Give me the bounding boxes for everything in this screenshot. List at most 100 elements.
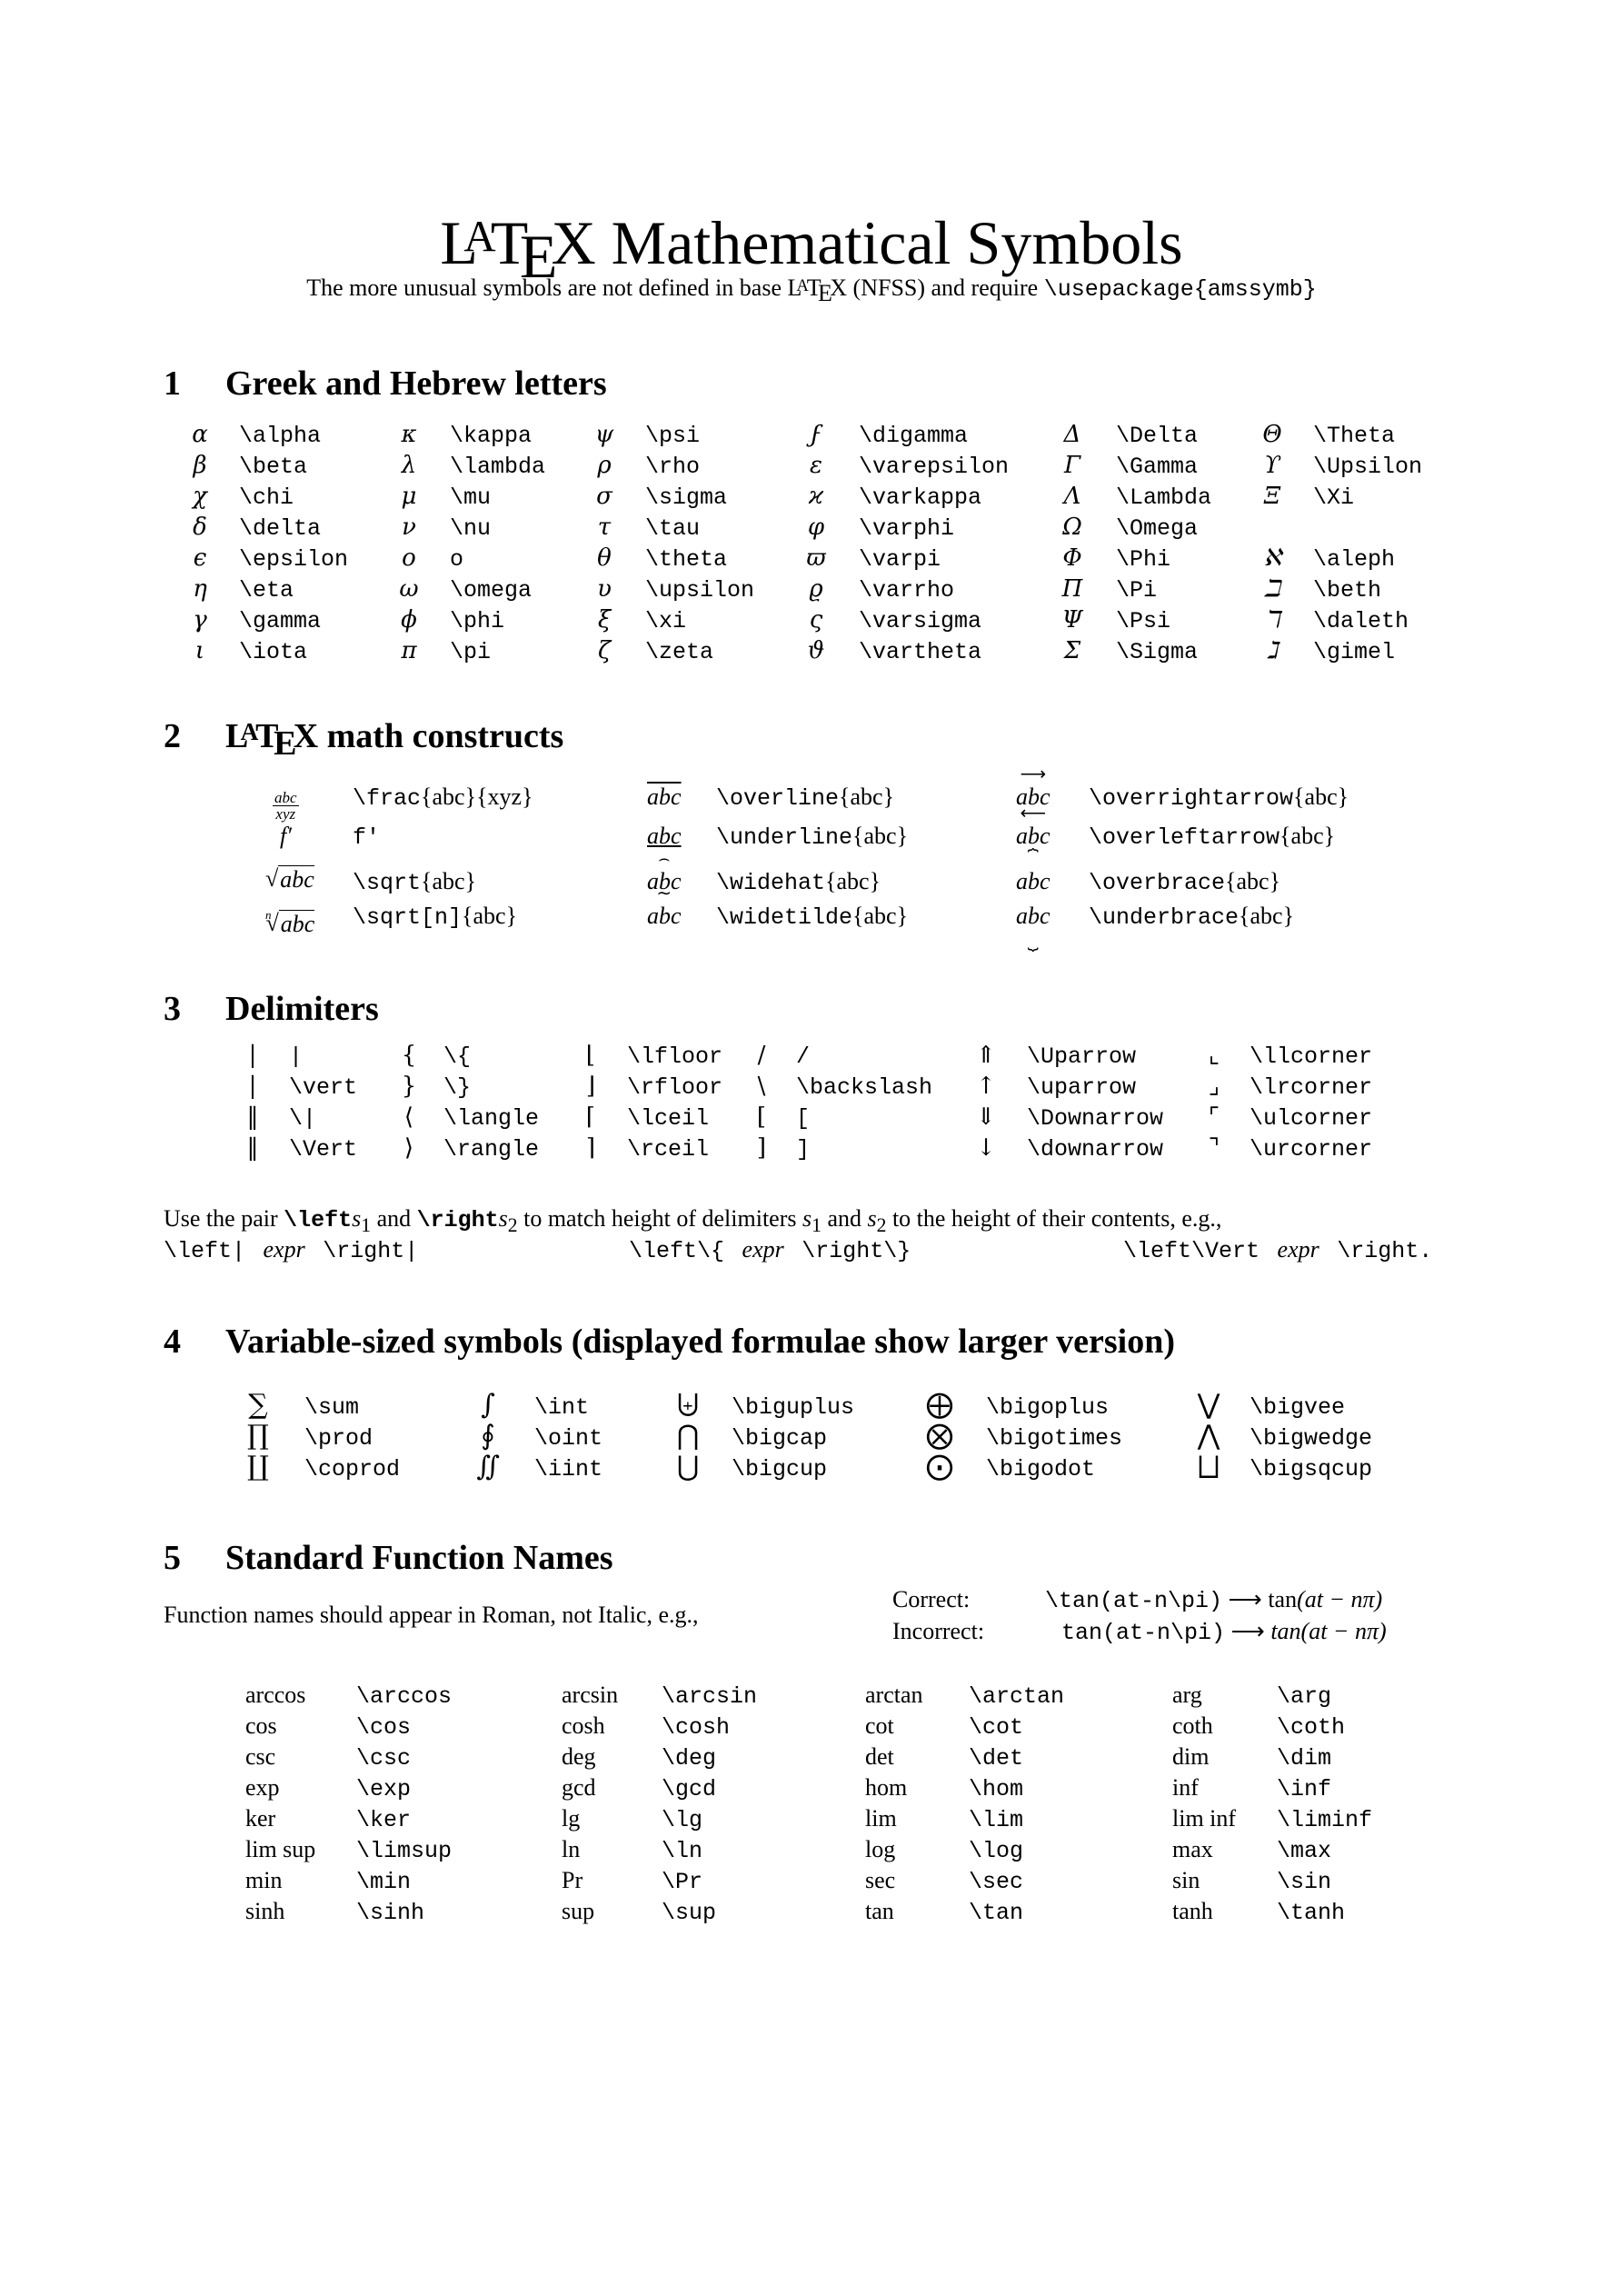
symbol-glyph: ℶ — [1264, 575, 1280, 603]
function-command: \cot — [969, 1714, 1024, 1741]
function-name: arg — [1172, 1682, 1202, 1708]
function-name: ker — [245, 1805, 276, 1832]
symbol-command: \Phi — [1116, 546, 1171, 573]
function-command: \arccos — [356, 1683, 453, 1710]
symbol-command: \zeta — [645, 639, 714, 665]
function-command: \coth — [1277, 1714, 1346, 1741]
widehat-command: \widehat{abc} — [716, 868, 881, 896]
function-command: \arg — [1277, 1683, 1332, 1710]
symbol-glyph: α — [192, 421, 208, 448]
underbrace-command: \underbrace{abc} — [1089, 903, 1295, 931]
function-name: lim sup — [245, 1836, 316, 1862]
function-name: sec — [865, 1867, 896, 1893]
symbol-command: \Psi — [1116, 608, 1171, 634]
section-number: 5 — [164, 1539, 181, 1577]
symbol-glyph: λ — [401, 452, 417, 479]
correct-example: \tan(at-n\pi) ⟶ tan(at − nπ) — [1045, 1586, 1383, 1614]
function-name: coth — [1172, 1712, 1213, 1739]
function-name: ln — [562, 1836, 581, 1862]
symbol-glyph: ϕ — [401, 606, 417, 634]
section-number: 1 — [164, 364, 181, 403]
delimiter-glyph: ‖ — [246, 1134, 259, 1162]
symbol-command: \tau — [645, 515, 701, 542]
symbol-command: \Gamma — [1116, 454, 1199, 480]
function-name: exp — [245, 1774, 280, 1801]
incorrect-example: tan(at-n\pi) ⟶ tan(at − nπ) — [1061, 1618, 1387, 1646]
symbol-glyph: Γ — [1063, 452, 1081, 479]
big-operator-command: \bigoplus — [986, 1394, 1110, 1421]
delimiter-note: Use the pair \lefts1 and \rights2 to mat… — [164, 1205, 1222, 1237]
symbol-command: \psi — [645, 423, 701, 449]
symbol-glyph: Θ — [1262, 421, 1282, 448]
symbol-command: \beta — [239, 454, 308, 480]
overleftarrow-symbol: ⟵ abc — [1016, 804, 1050, 849]
symbol-glyph: ζ — [597, 637, 612, 664]
function-command: \hom — [969, 1776, 1024, 1802]
delimiter-example: \left| expr \right| — [164, 1236, 419, 1264]
widetilde-symbol: ∼ abc — [647, 883, 682, 929]
symbol-glyph: ϒ — [1264, 452, 1280, 479]
title-text: Mathematical Symbols — [611, 208, 1183, 277]
function-command: \arcsin — [662, 1683, 758, 1710]
delimiter-command: [ — [796, 1105, 811, 1132]
section-title-greek: Greek and Hebrew letters — [225, 364, 607, 403]
symbol-glyph: Ω — [1062, 514, 1082, 541]
function-name: tan — [865, 1898, 894, 1924]
function-name: Pr — [562, 1867, 583, 1893]
delimiter-command: \rceil — [627, 1136, 710, 1163]
function-name: sup — [562, 1898, 595, 1924]
delimiter-command: \langle — [443, 1105, 540, 1132]
symbol-command: \iota — [239, 639, 308, 665]
big-operator-glyph: ⋀ — [1197, 1420, 1220, 1452]
function-command: \tan — [969, 1900, 1024, 1926]
function-name: arccos — [245, 1682, 306, 1708]
delimiter-glyph: [ — [756, 1103, 767, 1131]
symbol-command: \Omega — [1116, 515, 1199, 542]
symbol-command: \alpha — [239, 423, 322, 449]
delimiter-command: \llcorner — [1250, 1043, 1373, 1070]
symbol-command: \Theta — [1313, 423, 1396, 449]
function-command: \cos — [356, 1714, 412, 1741]
delimiter-command: \rfloor — [627, 1074, 723, 1101]
delimiter-example: \left\Vert expr \right. — [1123, 1236, 1433, 1264]
symbol-glyph: ϖ — [806, 544, 826, 572]
symbol-glyph: ϵ — [193, 544, 207, 572]
subtitle-command: \usepackage{amssymb} — [1043, 276, 1317, 303]
symbol-glyph: γ — [193, 606, 207, 634]
symbol-command: \Xi — [1313, 484, 1355, 511]
function-name: max — [1172, 1836, 1213, 1862]
prime-symbol: f′ — [280, 823, 292, 849]
correct-label: Correct: — [892, 1586, 971, 1612]
function-command: \ker — [356, 1807, 412, 1833]
symbol-command: \digamma — [859, 423, 969, 449]
symbol-command: \upsilon — [645, 577, 755, 604]
function-command: \lim — [969, 1807, 1024, 1833]
overrightarrow-command: \overrightarrow{abc} — [1089, 784, 1349, 812]
function-command: \sec — [969, 1869, 1024, 1895]
overline-symbol: abc — [647, 784, 682, 810]
big-operator-command: \bigwedge — [1250, 1425, 1373, 1452]
big-operator-glyph: ∬ — [476, 1451, 500, 1482]
symbol-command: \xi — [645, 608, 687, 634]
symbol-glyph: ℷ — [1266, 637, 1279, 664]
function-name: sin — [1172, 1867, 1200, 1893]
symbol-command: \omega — [450, 577, 533, 604]
function-name: arcsin — [562, 1682, 619, 1708]
big-operator-glyph: ∮ — [481, 1420, 495, 1452]
symbol-glyph: ω — [399, 575, 419, 603]
symbol-command: \varrho — [859, 577, 955, 604]
delimiter-command: / — [796, 1043, 811, 1070]
delimiter-command: ] — [796, 1136, 811, 1163]
delimiter-glyph: ⌞ — [1208, 1042, 1220, 1069]
sqrt-n-symbol: n √ abc — [265, 908, 315, 937]
overbrace-command: \overbrace{abc} — [1089, 868, 1281, 896]
function-name: cos — [245, 1712, 277, 1739]
function-name: gcd — [562, 1774, 596, 1801]
function-name: cosh — [562, 1712, 605, 1739]
section-number: 3 — [164, 990, 181, 1028]
symbol-glyph: ψ — [594, 421, 614, 448]
symbol-glyph: ϰ — [808, 483, 824, 510]
big-operator-command: \int — [534, 1394, 590, 1421]
overline-command: \overline{abc} — [716, 784, 895, 812]
big-operator-glyph: ⨂ — [926, 1420, 953, 1452]
